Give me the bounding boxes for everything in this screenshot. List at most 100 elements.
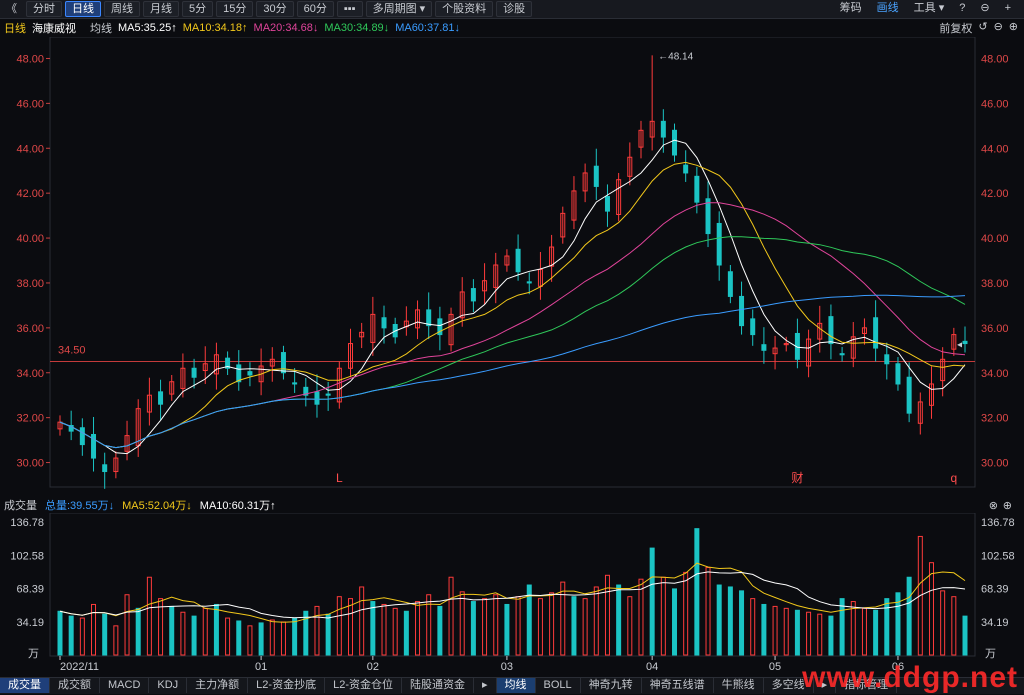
- xtick-1: 01: [255, 661, 267, 673]
- indicator-tab-13[interactable]: 牛熊线: [714, 678, 764, 693]
- volume-bar-80: [952, 597, 956, 655]
- ytick-right-7: 34.00: [981, 368, 1009, 380]
- volume-bar-67: [807, 612, 811, 655]
- candle-body-62: [751, 319, 755, 335]
- volume-bar-39: [494, 595, 498, 655]
- period-tabs: 分时日线周线月线5分15分30分60分▪▪▪多周期图 ▾个股资料诊股: [26, 1, 535, 17]
- event-marker-1[interactable]: 财: [791, 471, 803, 485]
- period-tab-11[interactable]: 诊股: [496, 1, 532, 17]
- ytick-right-4: 40.00: [981, 233, 1009, 245]
- indicator-tab-5[interactable]: L2-资金抄底: [248, 678, 325, 693]
- period-tab-7[interactable]: 60分: [297, 1, 334, 17]
- event-marker-0[interactable]: L: [336, 471, 343, 485]
- zoom-out-icon[interactable]: ⊖: [994, 20, 1003, 36]
- indicator-tab-2[interactable]: MACD: [100, 678, 149, 693]
- indicator-tab-0[interactable]: 成交量: [0, 678, 50, 693]
- volume-bar-37: [471, 602, 475, 655]
- ma-value-0: MA5:35.25↑: [118, 22, 177, 34]
- volume-ma10: MA10:60.31万↑: [200, 497, 276, 513]
- vol-ma-line-ma5: [60, 563, 965, 622]
- candle-body-75: [896, 364, 900, 384]
- help-icon[interactable]: ?: [953, 1, 971, 15]
- ma-value-3: MA30:34.89↓: [324, 22, 389, 34]
- volume-bar-5: [114, 626, 118, 655]
- period-tab-1[interactable]: 日线: [65, 1, 101, 17]
- volume-bar-81: [963, 616, 967, 655]
- volume-bar-71: [851, 602, 855, 655]
- toolbar-right-1[interactable]: 画线: [871, 1, 905, 15]
- volume-bar-30: [393, 608, 397, 655]
- volume-bar-25: [337, 597, 341, 655]
- volume-bar-1: [69, 616, 73, 655]
- period-tab-10[interactable]: 个股资料: [435, 1, 493, 17]
- zoom-in-icon[interactable]: ⊕: [1009, 20, 1018, 36]
- volume-bar-2: [80, 618, 84, 655]
- indicator-tab-1[interactable]: 成交额: [50, 678, 100, 693]
- volume-chart[interactable]: 136.78136.78102.58102.5868.3968.3934.193…: [0, 513, 1024, 677]
- period-tab-3[interactable]: 月线: [143, 1, 179, 17]
- ytick-left-1: 46.00: [16, 98, 44, 110]
- period-tab-4[interactable]: 5分: [182, 1, 213, 17]
- indicator-tab-10[interactable]: BOLL: [536, 678, 581, 693]
- ytick-left-2: 44.00: [16, 143, 44, 155]
- ytick-right-3: 42.00: [981, 188, 1009, 200]
- period-tab-2[interactable]: 周线: [104, 1, 140, 17]
- volume-bar-56: [684, 572, 688, 655]
- indicator-tab-11[interactable]: 神奇九转: [581, 678, 642, 693]
- indicator-tab-12[interactable]: 神奇五线谱: [642, 678, 714, 693]
- minimize-icon[interactable]: ⊖: [974, 1, 995, 15]
- toolbar-right-0[interactable]: 筹码: [834, 1, 868, 15]
- period-tab-8[interactable]: ▪▪▪: [337, 1, 363, 17]
- candle-body-23: [315, 392, 319, 404]
- indicator-tab-4[interactable]: 主力净额: [187, 678, 248, 693]
- add-volume-icon[interactable]: ⊕: [1003, 499, 1012, 512]
- period-tab-9[interactable]: 多周期图 ▾: [366, 1, 433, 17]
- indicator-tab-9[interactable]: 均线: [497, 678, 536, 693]
- volume-bar-8: [147, 577, 151, 655]
- candlestick-chart[interactable]: 48.0048.0046.0046.0044.0044.0042.0042.00…: [0, 37, 1024, 489]
- xtick-4: 04: [646, 661, 658, 673]
- volume-bar-51: [628, 597, 632, 655]
- indicator-tab-8[interactable]: ▸: [474, 678, 497, 693]
- last-price-pointer: ◂: [957, 340, 962, 351]
- indicator-tab-6[interactable]: L2-资金仓位: [325, 678, 402, 693]
- volume-bar-24: [326, 614, 330, 655]
- period-toolbar: 《 分时日线周线月线5分15分30分60分▪▪▪多周期图 ▾个股资料诊股 筹码画…: [0, 0, 1024, 19]
- volume-bar-50: [617, 585, 621, 655]
- toolbar-right-2[interactable]: 工具 ▾: [908, 1, 951, 15]
- period-tab-5[interactable]: 15分: [216, 1, 253, 17]
- volume-bar-57: [695, 529, 699, 655]
- candle-body-58: [706, 199, 710, 234]
- candle-body-74: [885, 355, 889, 364]
- period-tab-6[interactable]: 30分: [256, 1, 293, 17]
- xtick-2: 02: [367, 661, 379, 673]
- volume-bar-20: [281, 622, 285, 655]
- vol-ytick-left-3: 34.19: [16, 617, 44, 629]
- volume-bar-21: [293, 618, 297, 655]
- candle-body-41: [516, 249, 520, 271]
- volume-bar-64: [773, 606, 777, 655]
- ma-selector[interactable]: 均线: [90, 20, 112, 36]
- event-marker-2[interactable]: q: [950, 471, 957, 485]
- candle-body-81: [963, 341, 967, 343]
- volume-header: 成交量 总量:39.55万↓ MA5:52.04万↓ MA10:60.31万↑ …: [0, 497, 1024, 513]
- refresh-icon[interactable]: ↺: [978, 20, 987, 36]
- add-icon[interactable]: +: [999, 1, 1017, 15]
- stock-name: 海康威视: [32, 20, 76, 36]
- adjust-toggle[interactable]: 前复权: [939, 20, 972, 36]
- close-volume-icon[interactable]: ⊗: [989, 499, 998, 512]
- volume-bar-58: [706, 568, 710, 655]
- indicator-tab-7[interactable]: 陆股通资金: [402, 678, 474, 693]
- volume-bar-36: [460, 592, 464, 655]
- ytick-left-6: 36.00: [16, 323, 44, 335]
- period-tab-0[interactable]: 分时: [26, 1, 62, 17]
- xtick-0: 2022/11: [60, 661, 99, 673]
- indicator-tab-3[interactable]: KDJ: [149, 678, 187, 693]
- ma-value-4: MA60:37.81↓: [395, 22, 460, 34]
- volume-bar-73: [874, 610, 878, 655]
- ytick-right-2: 44.00: [981, 143, 1009, 155]
- vol-ytick-left-2: 68.39: [16, 584, 44, 596]
- back-icon[interactable]: 《: [0, 2, 23, 16]
- volume-bar-74: [885, 599, 889, 655]
- candle-body-20: [281, 353, 285, 373]
